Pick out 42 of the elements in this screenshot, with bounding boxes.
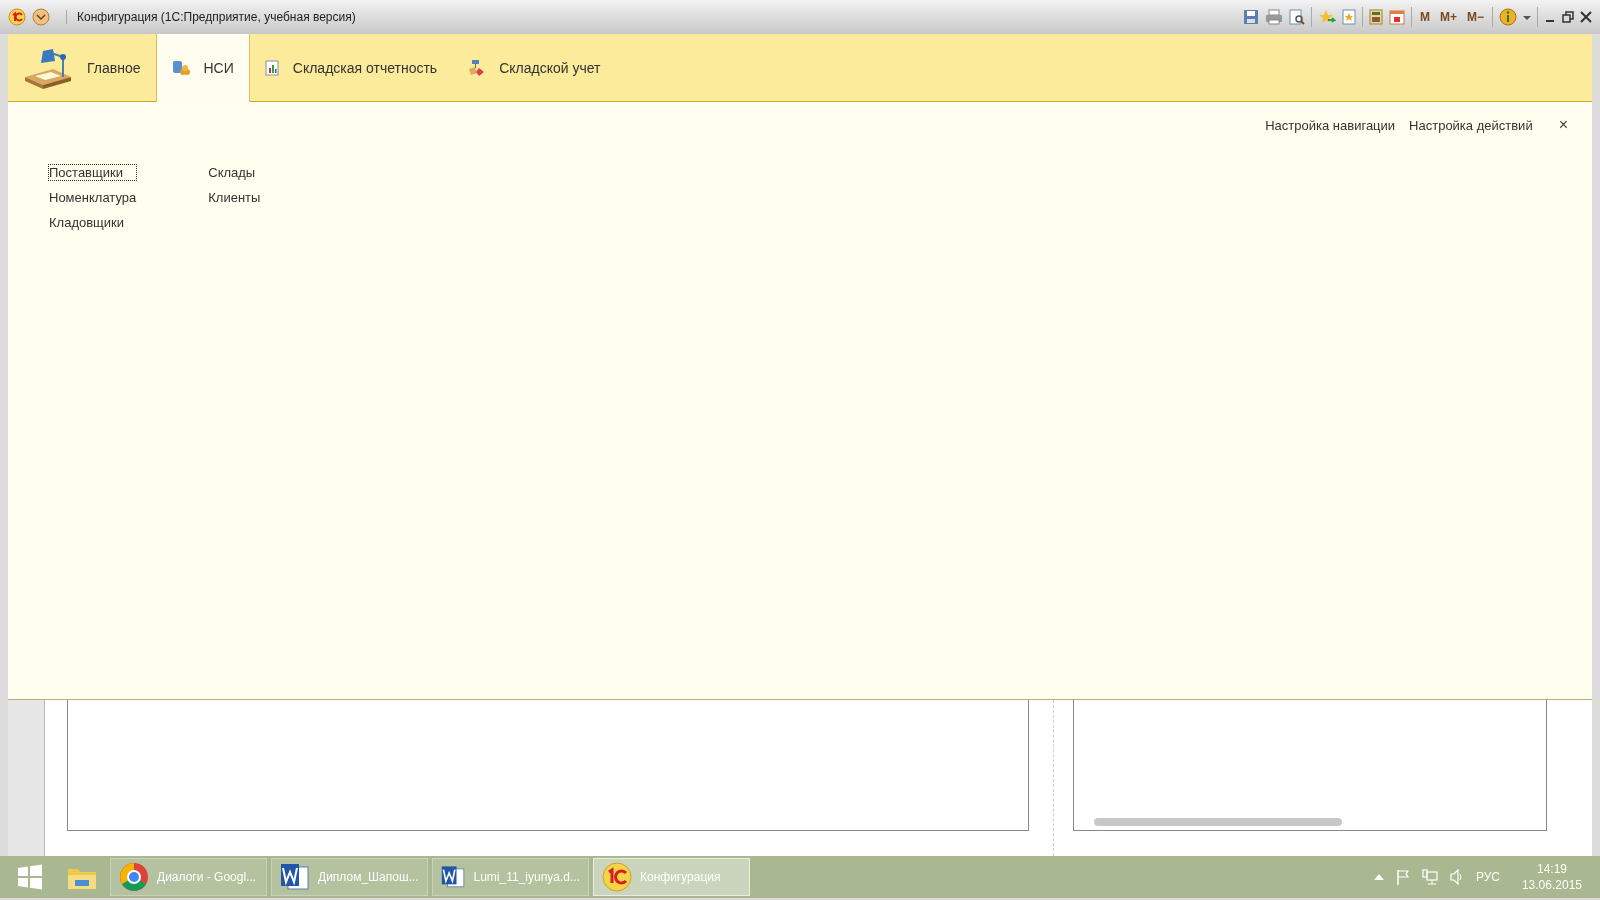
section-tab[interactable]: Складская отчетность xyxy=(249,34,453,101)
save-icon[interactable] xyxy=(1242,9,1259,25)
dropdown-icon[interactable] xyxy=(32,8,50,26)
navigation-link[interactable]: Склады xyxy=(207,164,262,181)
app-logo-icon xyxy=(602,862,632,892)
browser-icon xyxy=(119,862,149,892)
print-icon[interactable] xyxy=(1264,9,1283,25)
database-icon xyxy=(171,59,190,77)
caret-up-icon[interactable] xyxy=(1373,874,1384,880)
memory-button[interactable]: M xyxy=(1417,10,1432,24)
close-button[interactable]: × xyxy=(1554,116,1572,134)
warehouse-flow-icon xyxy=(467,58,486,77)
clock-date: 13.06.2015 xyxy=(1521,878,1582,892)
clock-time: 14:19 xyxy=(1536,862,1567,876)
panel-link[interactable]: Настройка действий xyxy=(1409,117,1533,133)
info-icon[interactable] xyxy=(1499,8,1517,26)
desk-lamp-icon xyxy=(23,46,73,89)
close-icon[interactable] xyxy=(1580,11,1592,23)
calculator-icon[interactable] xyxy=(1368,9,1383,25)
report-icon xyxy=(264,59,279,76)
star-page-icon[interactable] xyxy=(1341,9,1356,25)
start-icon[interactable] xyxy=(16,863,44,891)
calendar-icon[interactable] xyxy=(1388,9,1405,25)
memory-button[interactable]: M+ xyxy=(1437,10,1459,24)
panel-link[interactable]: Настройка навигации xyxy=(1265,117,1396,133)
navigation-link[interactable]: Поставщики xyxy=(48,164,138,181)
navigation-link[interactable]: Клиенты xyxy=(207,189,262,206)
restore-icon[interactable] xyxy=(1562,11,1574,23)
memory-button[interactable]: M− xyxy=(1465,10,1486,24)
window-title: Конфигурация (1С:Предприятие, учебная версия) xyxy=(66,10,356,24)
app-logo-icon[interactable] xyxy=(8,8,26,26)
star-arrow-icon[interactable] xyxy=(1317,9,1336,25)
section-tab[interactable]: Складской учет xyxy=(452,34,616,101)
caret-icon[interactable] xyxy=(1523,14,1531,20)
word-document-icon xyxy=(280,862,310,892)
preview-icon[interactable] xyxy=(1288,9,1305,25)
navigation-link[interactable]: Номенклатура xyxy=(48,189,138,206)
section-tab[interactable]: Главное xyxy=(8,34,156,101)
scrollbar-thumb[interactable] xyxy=(1094,818,1342,826)
speaker-icon[interactable] xyxy=(1449,869,1464,885)
section-tab[interactable]: НСИ xyxy=(155,34,250,102)
navigation-link[interactable]: Кладовщики xyxy=(48,214,138,231)
